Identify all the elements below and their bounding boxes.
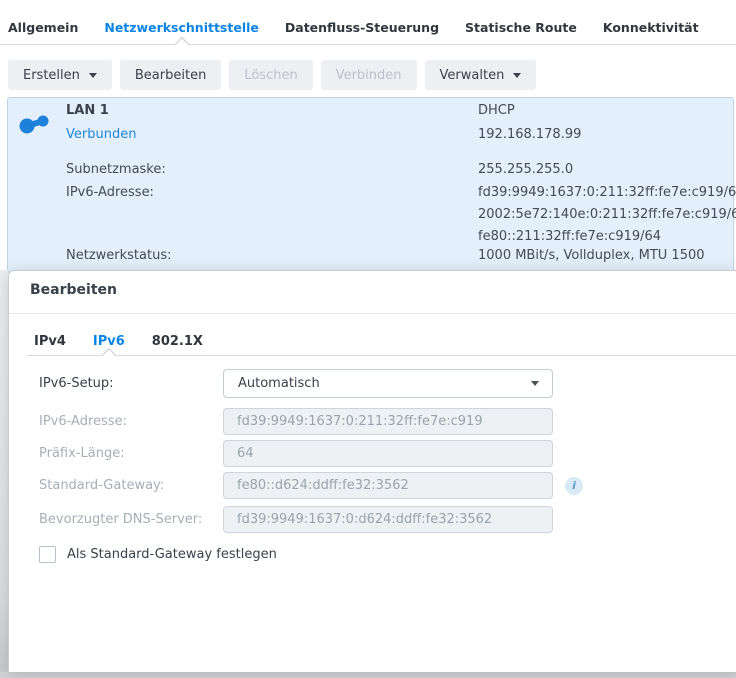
tab-allgemein[interactable]: Allgemein — [8, 0, 78, 44]
connection-status-link[interactable]: Verbunden — [66, 127, 136, 142]
interface-toolbar: Erstellen Bearbeiten Löschen Verbinden V… — [8, 60, 537, 90]
delete-button: Löschen — [229, 60, 313, 90]
create-button[interactable]: Erstellen — [8, 60, 112, 90]
delete-button-label: Löschen — [244, 67, 298, 83]
manage-button[interactable]: Verwalten — [424, 60, 537, 90]
tab-ipv6[interactable]: IPv6 — [93, 328, 125, 355]
set-default-gateway-checkbox-label: Als Standard-Gateway festlegen — [67, 547, 277, 562]
ipv6-setup-selected-value: Automatisch — [238, 376, 320, 391]
caret-down-icon — [513, 72, 522, 78]
manage-button-label: Verwalten — [439, 67, 505, 83]
dialog-tabbar: IPv4 IPv6 802.1X — [27, 328, 736, 356]
tab-ipv4[interactable]: IPv4 — [34, 328, 66, 355]
ipv6-address: fe80::211:32ff:fe7e:c919/64 — [478, 229, 662, 244]
subnet-value: 255.255.255.0 — [478, 162, 574, 177]
connect-button-label: Verbinden — [335, 67, 402, 83]
settings-tabbar: Allgemein Netzwerkschnittstelle Datenflu… — [0, 0, 736, 45]
caret-down-icon — [88, 72, 97, 78]
edit-button[interactable]: Bearbeiten — [119, 60, 222, 90]
ipv6-address-input — [223, 408, 553, 435]
interface-name: LAN 1 — [66, 103, 109, 118]
caret-down-icon — [531, 381, 539, 386]
tab-datenfluss-steuerung[interactable]: Datenfluss-Steuerung — [285, 0, 439, 44]
dialog-title: Bearbeiten — [30, 282, 117, 298]
create-button-label: Erstellen — [23, 67, 80, 83]
tab-netzwerkschnittstelle[interactable]: Netzwerkschnittstelle — [104, 0, 259, 44]
set-default-gateway-checkbox[interactable] — [39, 546, 56, 563]
preferred-dns-label: Bevorzugter DNS-Server: — [39, 512, 203, 527]
default-gateway-checkbox-row: Als Standard-Gateway festlegen — [39, 546, 277, 563]
network-status-value: 1000 MBit/s, Vollduplex, MTU 1500 — [478, 248, 705, 263]
interface-mode: DHCP — [478, 103, 515, 118]
ipv6-address-label: IPv6-Adresse: — [39, 414, 127, 429]
default-gateway-label: Standard-Gateway: — [39, 478, 165, 493]
network-status-label: Netzwerkstatus: — [66, 248, 172, 263]
edit-button-label: Bearbeiten — [134, 67, 207, 83]
ipv6-setup-label: IPv6-Setup: — [39, 376, 114, 391]
dialog-separator — [9, 313, 736, 314]
ipv6-address: fd39:9949:1637:0:211:32ff:fe7e:c919/64 — [478, 185, 736, 200]
tab-konnektivitaet[interactable]: Konnektivität — [603, 0, 699, 44]
ipv6-address-list: fd39:9949:1637:0:211:32ff:fe7e:c919/64 2… — [478, 182, 736, 248]
prefix-length-input — [223, 440, 553, 467]
preferred-dns-input — [223, 506, 553, 533]
connect-button: Verbinden — [320, 60, 417, 90]
ipv6-label: IPv6-Adresse: — [66, 185, 154, 200]
lan-link-icon — [19, 115, 49, 134]
info-icon[interactable]: i — [565, 476, 583, 495]
tab-statische-route[interactable]: Statische Route — [465, 0, 577, 44]
subnet-label: Subnetzmaske: — [66, 162, 166, 177]
default-gateway-input — [223, 472, 553, 499]
backdrop-strip-bottom — [0, 672, 736, 678]
network-settings-page: Allgemein Netzwerkschnittstelle Datenflu… — [0, 0, 736, 678]
interface-ip: 192.168.178.99 — [478, 127, 582, 142]
prefix-length-label: Präfix-Länge: — [39, 446, 125, 461]
tab-8021x[interactable]: 802.1X — [152, 328, 203, 355]
ipv6-setup-select[interactable]: Automatisch — [223, 369, 553, 398]
edit-dialog: Bearbeiten IPv4 IPv6 802.1X IPv6-Setup: … — [8, 270, 736, 672]
interface-row-lan1[interactable]: LAN 1 DHCP Verbunden 192.168.178.99 Subn… — [7, 97, 736, 273]
backdrop-strip-left — [0, 270, 8, 672]
ipv6-address: 2002:5e72:140e:0:211:32ff:fe7e:c919/64 — [478, 207, 736, 222]
